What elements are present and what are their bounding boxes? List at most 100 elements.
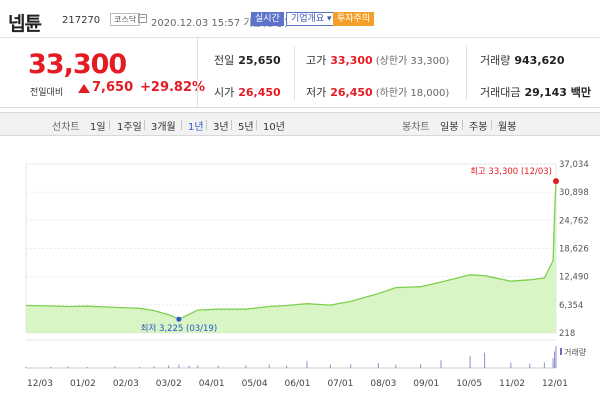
volume-bar	[484, 352, 486, 368]
prev-close: 전일 25,650	[214, 54, 281, 67]
tab-5y[interactable]: 5년	[238, 118, 254, 133]
y-tick-label: 6,354	[559, 301, 583, 311]
tab-weekly[interactable]: 주봉	[469, 118, 487, 133]
x-tick-label: 05/04	[242, 379, 268, 389]
x-tick-label: 11/02	[499, 379, 525, 389]
volume-bar	[50, 366, 52, 368]
divider	[144, 120, 145, 130]
volume-bar	[217, 365, 219, 368]
volume-bar	[178, 364, 180, 368]
volume-bar	[552, 358, 554, 368]
tab-1d[interactable]: 1일	[90, 118, 106, 133]
volume-bar	[25, 366, 27, 368]
volume-bar	[86, 366, 88, 368]
divider	[466, 46, 467, 100]
investment-caution-badge[interactable]: 투자주의	[333, 12, 375, 26]
volume-bar	[188, 365, 190, 368]
tab-1y[interactable]: 1년	[188, 118, 204, 133]
tab-monthly[interactable]: 월봉	[498, 118, 516, 133]
x-tick-label: 06/01	[285, 379, 311, 389]
company-overview-button[interactable]: 기업개요 ▾	[286, 12, 337, 26]
change-value: 7,650	[92, 80, 134, 95]
tab-3y[interactable]: 3년	[213, 118, 229, 133]
divider	[294, 46, 295, 100]
up-arrow-icon	[78, 84, 90, 93]
volume-bar	[114, 366, 116, 368]
volume-legend: 거래량	[564, 347, 587, 357]
stock-header: 넵튠 217270 코스닥 2020.12.03 15:57 기준(장중) 실시…	[0, 0, 600, 38]
volume: 거래량 943,620	[480, 54, 565, 67]
price-summary: 33,300 전일대비 7,650 +29.82% 전일 25,650 고가 33,…	[0, 38, 600, 108]
x-tick-label: 12/03	[27, 379, 53, 389]
volume-bar	[306, 361, 308, 368]
x-tick-label: 10/05	[456, 379, 482, 389]
tab-10y[interactable]: 10년	[263, 118, 285, 133]
x-tick-label: 03/02	[156, 379, 182, 389]
market-badge: 코스닥	[110, 13, 141, 26]
realtime-button[interactable]: 실시간	[251, 12, 284, 26]
chart-tab-bar: 선차트 1일 1주일 3개월 1년 3년 5년 10년 봉차트 일봉 주봉 월봉	[0, 112, 600, 136]
change-percent: +29.82%	[140, 80, 206, 95]
trade-amount: 거래대금 29,143 백만	[480, 86, 592, 99]
y-tick-label: 18,626	[559, 245, 589, 255]
high-marker	[553, 178, 559, 185]
divider	[462, 120, 463, 130]
volume-bar	[543, 362, 545, 368]
volume-legend-swatch	[560, 348, 562, 355]
low-price: 저가 26,450 (하한가 18,000)	[306, 86, 450, 99]
divider	[231, 120, 232, 130]
volume-bar	[350, 364, 352, 368]
volume-bar	[510, 362, 512, 368]
price-chart[interactable]: 37,034 30,898 24,762 18,626 12,490 6,354 218 최고…	[0, 150, 600, 400]
divider	[206, 120, 207, 130]
x-tick-label: 07/01	[327, 379, 353, 389]
price-area	[26, 181, 556, 333]
volume-bar	[395, 364, 397, 368]
x-tick-label: 09/01	[413, 379, 439, 389]
volume-bar	[420, 364, 422, 368]
x-tick-label: 01/02	[70, 379, 96, 389]
volume-bar	[329, 364, 331, 368]
current-price: 33,300	[28, 49, 127, 80]
volume-bar	[139, 366, 141, 368]
tab-1w[interactable]: 1주일	[117, 118, 142, 133]
volume-bar	[529, 363, 531, 368]
y-tick-label: 37,034	[559, 160, 589, 170]
volume-bar	[67, 366, 69, 368]
volume-bar	[555, 346, 557, 368]
tab-daily[interactable]: 일봉	[440, 118, 458, 133]
x-tick-label: 04/01	[199, 379, 225, 389]
volume-bar	[168, 365, 170, 368]
low-label: 최저 3,225 (03/19)	[141, 323, 218, 334]
divider	[109, 120, 110, 130]
volume-bar	[153, 366, 155, 368]
divider	[256, 120, 257, 130]
x-tick-label: 08/03	[370, 379, 396, 389]
divider	[491, 120, 492, 130]
candle-chart-label: 봉차트	[402, 122, 430, 133]
change-label: 전일대비	[30, 88, 64, 98]
x-tick-label: 12/01	[542, 379, 568, 389]
volume-bar	[469, 355, 471, 368]
y-tick-label: 12,490	[559, 273, 589, 283]
calendar-icon	[138, 14, 147, 23]
divider	[181, 120, 182, 130]
volume-bar	[377, 363, 379, 368]
stock-name: 넵튠	[8, 13, 42, 35]
line-chart-label: 선차트	[52, 122, 80, 133]
divider	[197, 38, 198, 108]
low-marker	[176, 316, 182, 322]
volume-bar	[245, 365, 247, 368]
volume-bar	[286, 365, 288, 368]
y-tick-label: 24,762	[559, 216, 589, 226]
y-tick-label: 30,898	[559, 188, 589, 198]
volume-bar	[440, 360, 442, 368]
volume-bar	[197, 365, 199, 368]
open-price: 시가 26,450	[214, 86, 281, 99]
tab-3m[interactable]: 3개월	[151, 118, 176, 133]
volume-bar	[268, 364, 270, 368]
y-tick-label: 218	[559, 329, 575, 339]
x-tick-label: 02/03	[113, 379, 139, 389]
high-label: 최고 33,300 (12/03)	[470, 166, 552, 177]
volume-bar	[554, 351, 556, 368]
